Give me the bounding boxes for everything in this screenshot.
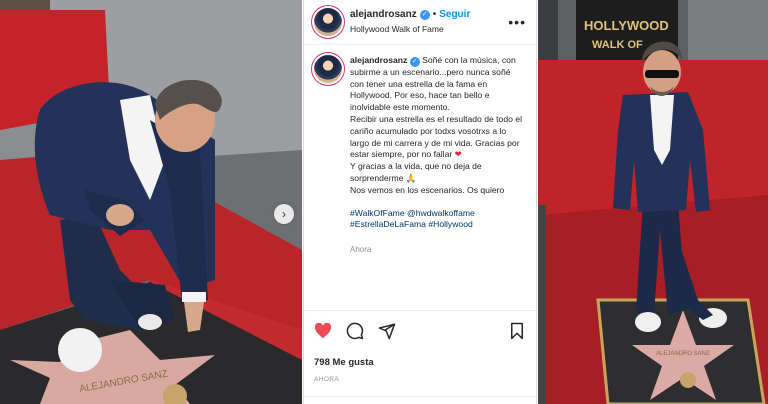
separator-dot: • <box>432 9 437 20</box>
pray-emoji-icon: 🙏 <box>405 173 417 184</box>
caption-avatar[interactable] <box>314 55 342 83</box>
post-photo-left: ALEJANDRO SANZ › <box>0 0 302 404</box>
sign-hollywood-text: HOLLYWOOD <box>584 18 669 33</box>
post-date: AHORA <box>314 376 340 383</box>
right-star-name-text: ALEJANDRO SANZ <box>656 351 710 357</box>
hashtags-line-1[interactable]: #WalkOfFame @hwdwalkoffame <box>350 208 526 220</box>
action-bar: 798 Me gusta AHORA <box>304 310 536 383</box>
caption: alejandrosanz ✓ Soñé con la música, con … <box>350 55 526 307</box>
save-bookmark-icon[interactable] <box>508 322 526 340</box>
username-link[interactable]: alejandrosanz <box>350 8 417 21</box>
heart-emoji-icon: ❤ <box>454 149 462 160</box>
post-header: alejandrosanz ✓ • Seguir Hollywood Walk … <box>304 0 536 45</box>
avatar[interactable] <box>314 8 342 36</box>
likes-count[interactable]: 798 Me gusta <box>314 357 526 368</box>
standing-man-photo: HOLLYWOOD WALK OF CHAMBER OF COMMERCE AL… <box>538 0 768 404</box>
hashtags: #WalkOfFame @hwdwalkoffame #EstrellaDeLa… <box>350 208 526 232</box>
caption-timestamp: Ahora <box>350 245 372 255</box>
caption-paragraph-4: Nos vemos en los escenarios. Os quiero <box>350 184 505 195</box>
kneeling-man-photo: ALEJANDRO SANZ <box>0 0 302 404</box>
more-options-icon[interactable]: ••• <box>508 14 526 30</box>
post-photo-right: HOLLYWOOD WALK OF CHAMBER OF COMMERCE AL… <box>538 0 768 404</box>
next-photo-button[interactable]: › <box>274 204 294 224</box>
share-icon[interactable] <box>378 322 396 340</box>
follow-button[interactable]: Seguir <box>439 8 470 21</box>
caption-paragraph-2: Recibir una estrella es el resultado de … <box>350 114 522 160</box>
location-link[interactable]: Hollywood Walk of Fame <box>350 23 500 36</box>
caption-username[interactable]: alejandrosanz <box>350 55 407 65</box>
comment-bar[interactable] <box>304 396 536 404</box>
like-heart-icon[interactable] <box>314 322 332 340</box>
post-panel: alejandrosanz ✓ • Seguir Hollywood Walk … <box>303 0 537 404</box>
caption-area: alejandrosanz ✓ Soñé con la música, con … <box>304 45 536 307</box>
hashtags-line-2[interactable]: #EstrellaDeLaFama #Hollywood <box>350 219 526 231</box>
caption-verified-icon: ✓ <box>409 56 420 67</box>
comment-icon[interactable] <box>346 322 364 340</box>
verified-badge-icon: ✓ <box>419 9 430 20</box>
sign-walk-text: WALK OF <box>592 39 643 51</box>
